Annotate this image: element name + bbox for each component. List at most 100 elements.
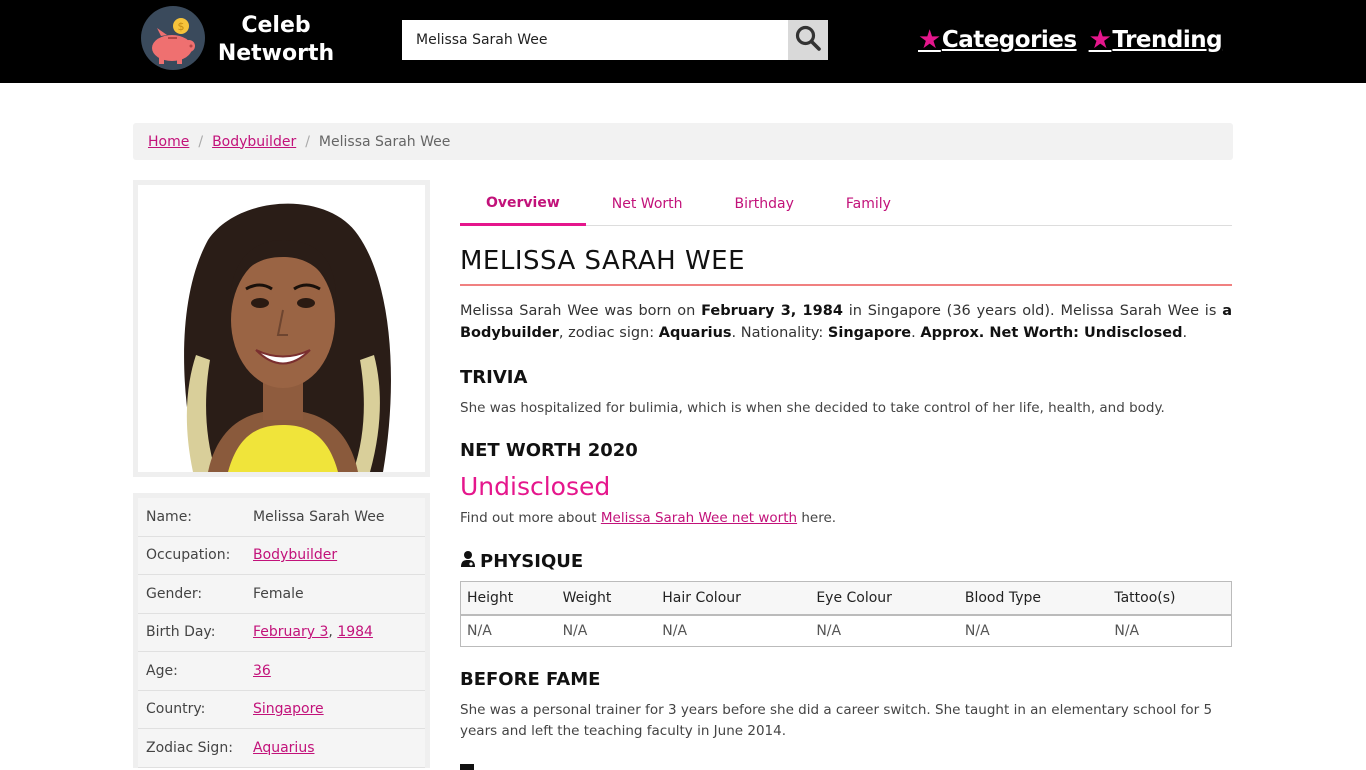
physique-tattoo-value: N/A (1114, 622, 1140, 639)
tab-overview[interactable]: Overview (460, 182, 586, 226)
networth-more-pre: Find out more about (460, 510, 601, 526)
physique-col-tattoo: Tattoo(s) (1108, 581, 1232, 616)
networth-heading: NET WORTH 2020 (460, 440, 638, 461)
info-row-name: Name: Melissa Sarah Wee (138, 498, 425, 537)
intro-networth: Approx. Net Worth: Undisclosed (920, 325, 1183, 341)
physique-header-row: Height Weight Hair Colour Eye Colour Blo… (460, 581, 1232, 616)
site-logo[interactable]: $ Celeb Networth (141, 6, 341, 72)
info-label: Zodiac Sign: (146, 739, 233, 756)
breadcrumb-category[interactable]: Bodybuilder (212, 134, 296, 150)
physique-value-row: N/A N/A N/A N/A N/A N/A (461, 615, 1232, 647)
tab-family[interactable]: Family (820, 182, 917, 226)
info-row-gender: Gender: Female (138, 575, 425, 614)
age-link[interactable]: 36 (253, 663, 271, 679)
trivia-heading: TRIVIA (460, 367, 528, 388)
intro-paragraph: Melissa Sarah Wee was born on February 3… (460, 300, 1232, 344)
logo-text: Celeb Networth (213, 12, 339, 68)
star-icon: ★ (1088, 25, 1112, 55)
info-label: Country: (146, 701, 206, 718)
logo-line-2: Networth (217, 41, 335, 66)
breadcrumb-current: Melissa Sarah Wee (318, 133, 451, 150)
physique-eye-value: N/A (816, 622, 842, 639)
info-value: 36 (253, 663, 271, 679)
physique-table: Height Weight Hair Colour Eye Colour Blo… (460, 581, 1232, 647)
networth-value: Undisclosed (460, 472, 611, 501)
intro-zodiac: Aquarius (658, 325, 732, 341)
nav-categories[interactable]: ★ Categories (918, 25, 1077, 55)
profile-photo-frame (133, 180, 430, 477)
info-value: Melissa Sarah Wee (253, 508, 385, 525)
info-row-birthday: Birth Day: February 3, 1984 (138, 613, 425, 652)
birthday-separator: , (328, 624, 338, 641)
networth-more: Find out more about Melissa Sarah Wee ne… (460, 508, 1232, 529)
biography-icon (460, 764, 474, 770)
star-icon: ★ (918, 25, 941, 55)
info-label: Birth Day: (146, 624, 216, 641)
info-label: Age: (146, 662, 178, 679)
tab-net-worth[interactable]: Net Worth (586, 182, 709, 226)
nav-categories-label: Categories (941, 27, 1077, 53)
info-value: Singapore (253, 701, 324, 717)
logo-line-1: Celeb (241, 13, 311, 38)
tab-birthday[interactable]: Birthday (709, 182, 820, 226)
nav-trending-label: Trending (1112, 27, 1223, 53)
intro-text: . Nationality: (731, 325, 828, 341)
info-label: Gender: (146, 585, 203, 602)
birthday-date-link[interactable]: February 3 (253, 624, 328, 640)
search-button[interactable] (788, 20, 828, 60)
info-value: Bodybuilder (253, 547, 337, 563)
physique-heading: PHYSIQUE (480, 551, 584, 572)
breadcrumb-separator: / (305, 133, 310, 150)
intro-text: Melissa Sarah Wee was born on (460, 303, 702, 319)
physique-height-value: N/A (467, 622, 492, 639)
search-input[interactable] (402, 20, 788, 60)
before-fame-heading: BEFORE FAME (460, 669, 601, 690)
main-nav: ★ Categories ★ Trending (918, 20, 1234, 60)
physique-hair-value: N/A (662, 622, 688, 639)
user-doctor-icon (460, 550, 476, 573)
breadcrumb-separator: / (198, 133, 204, 150)
site-header: $ Celeb Networth ★ Categories ★ Tre (0, 0, 1366, 83)
info-row-zodiac: Zodiac Sign: Aquarius (138, 729, 425, 768)
intro-birthdate: February 3, 1984 (701, 303, 843, 319)
search-bar (402, 20, 828, 60)
networth-link[interactable]: Melissa Sarah Wee net worth (601, 510, 797, 526)
svg-text:$: $ (178, 20, 185, 33)
networth-more-post: here. (797, 510, 837, 526)
page-title: MELISSA SARAH WEE (460, 246, 1232, 286)
intro-text: , zodiac sign: (558, 325, 659, 341)
physique-col-weight: Weight (556, 581, 657, 616)
physique-col-hair: Hair Colour (656, 581, 811, 616)
info-value: February 3, 1984 (253, 624, 373, 640)
physique-col-blood: Blood Type (958, 581, 1109, 616)
info-label: Occupation: (146, 547, 231, 564)
zodiac-link[interactable]: Aquarius (253, 740, 314, 756)
physique-col-height: Height (460, 581, 557, 616)
physique-weight-value: N/A (562, 622, 588, 639)
physique-blood-value: N/A (964, 622, 990, 639)
piggy-bank-icon: $ (141, 6, 205, 70)
search-icon (794, 24, 822, 56)
profile-info-table: Name: Melissa Sarah Wee Occupation: Body… (133, 493, 430, 768)
intro-text: in Singapore (36 years old). Melissa Sar… (842, 303, 1223, 319)
intro-text: . (1182, 325, 1188, 341)
info-value: Aquarius (253, 740, 314, 756)
info-row-occupation: Occupation: Bodybuilder (138, 536, 425, 575)
intro-nationality: Singapore (827, 325, 912, 341)
before-fame-text: She was a personal trainer for 3 years b… (460, 702, 1213, 739)
occupation-link[interactable]: Bodybuilder (253, 547, 337, 563)
breadcrumb: Home / Bodybuilder / Melissa Sarah Wee (133, 123, 1233, 160)
profile-tabs: Overview Net Worth Birthday Family (460, 182, 1232, 226)
breadcrumb-home[interactable]: Home (148, 134, 189, 150)
physique-col-eye: Eye Colour (810, 581, 959, 616)
birthday-year-link[interactable]: 1984 (337, 624, 373, 640)
nav-trending[interactable]: ★ Trending (1088, 25, 1223, 55)
trivia-text: She was hospitalized for bulimia, which … (460, 400, 1165, 416)
profile-photo (138, 185, 425, 472)
country-link[interactable]: Singapore (253, 701, 324, 717)
intro-text: . (911, 325, 921, 341)
info-label: Name: (146, 508, 193, 525)
info-value: Female (253, 585, 304, 602)
info-row-age: Age: 36 (138, 652, 425, 691)
physique-heading-row: PHYSIQUE (460, 550, 583, 573)
